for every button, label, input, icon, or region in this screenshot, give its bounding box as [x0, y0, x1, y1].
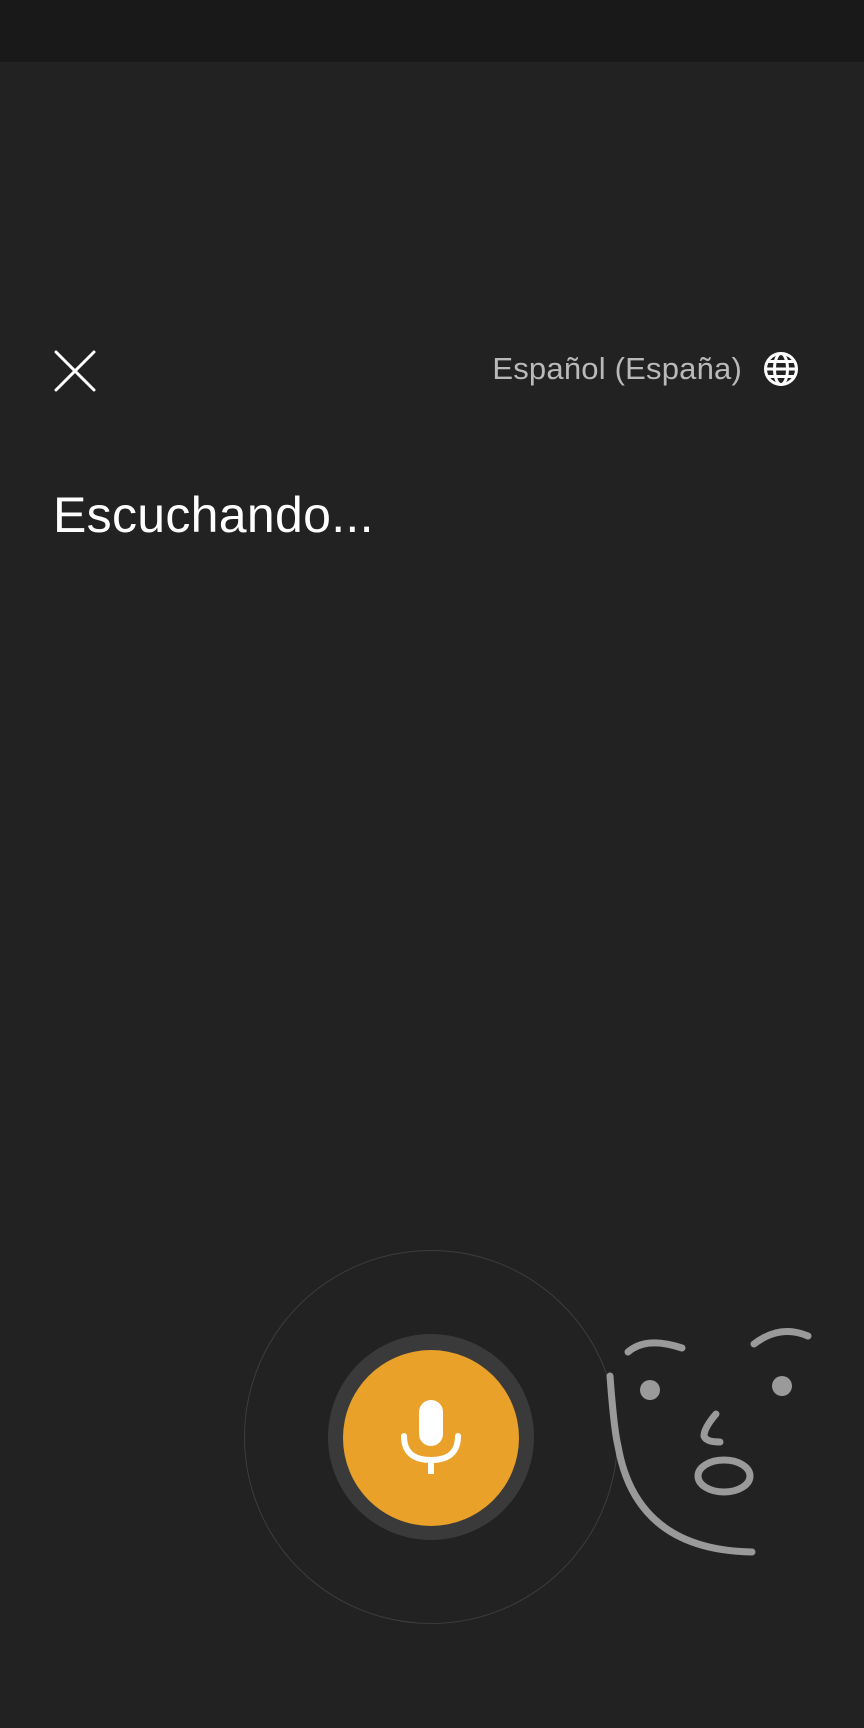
microphone-icon [396, 1398, 466, 1478]
status-bar [0, 0, 864, 62]
language-selector[interactable]: Español (España) [492, 346, 800, 392]
close-icon [50, 346, 100, 396]
listening-status-text: Escuchando... [53, 487, 374, 543]
close-button[interactable] [50, 346, 100, 396]
language-label: Español (España) [492, 351, 742, 386]
globe-icon [762, 350, 800, 388]
microphone-button[interactable] [343, 1350, 519, 1526]
face-illustration [596, 1310, 826, 1560]
